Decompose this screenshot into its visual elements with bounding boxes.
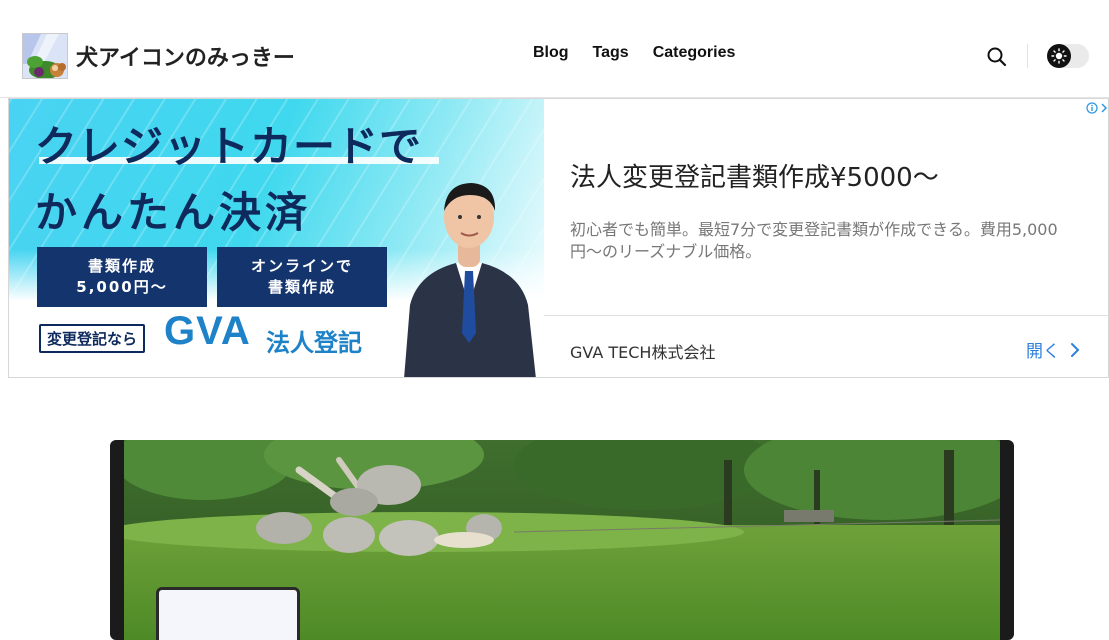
ad-creative-image[interactable]: クレジットカードで かんたん決済 書類作成 5,000円〜 オンラインで 書類作… <box>9 99 544 377</box>
header-divider <box>1027 44 1028 68</box>
nav-tags[interactable]: Tags <box>593 44 629 62</box>
ad-choices-button[interactable] <box>1086 101 1108 115</box>
ad-separator <box>544 315 1108 316</box>
site-header: 犬アイコンのみっきー Blog Tags Categories <box>0 0 1109 98</box>
info-icon <box>1086 102 1098 114</box>
ad-open-label: 開く <box>1026 342 1060 362</box>
site-logo[interactable] <box>22 33 68 79</box>
close-arrow-icon <box>1101 103 1108 113</box>
ad-creative-headline-2: かんたん決済 <box>35 188 312 237</box>
post-hero-image[interactable] <box>110 440 1014 640</box>
ad-creative-brand: GVA <box>164 309 251 353</box>
ad-creative-brand-sub: 法人登記 <box>266 329 362 357</box>
main-nav: Blog Tags Categories <box>533 44 735 62</box>
ad-title[interactable]: 法人変更登記書類作成¥5000〜 <box>570 157 939 194</box>
ad-open-button[interactable]: 開く <box>1026 337 1080 362</box>
nav-categories[interactable]: Categories <box>653 44 736 62</box>
search-icon <box>987 47 1007 67</box>
ad-advertiser: GVA TECH株式会社 <box>570 343 716 362</box>
theme-toggle-knob <box>1047 44 1071 68</box>
sun-icon <box>1051 48 1067 64</box>
ad-creative-box-price: 書類作成 5,000円〜 <box>37 247 207 307</box>
ad-info-panel: 法人変更登記書類作成¥5000〜 初心者でも簡単。最短7分で変更登記書類が作成で… <box>544 99 1108 377</box>
chevron-right-icon <box>1071 342 1080 357</box>
display-ad[interactable]: クレジットカードで かんたん決済 書類作成 5,000円〜 オンラインで 書類作… <box>8 98 1109 378</box>
ad-creative-headline-1: クレジットカードで <box>35 122 423 171</box>
nav-blog[interactable]: Blog <box>533 44 569 62</box>
ad-creative-box-price-text: 書類作成 5,000円〜 <box>76 257 168 296</box>
site-title[interactable]: 犬アイコンのみっきー <box>76 40 295 72</box>
businessman-photo <box>404 183 536 377</box>
hero-inset-thumbnail <box>156 587 300 640</box>
search-button[interactable] <box>986 46 1008 68</box>
ad-creative-footer-label: 変更登記なら <box>39 324 146 353</box>
ad-creative-box-online-text: オンラインで 書類作成 <box>250 257 353 296</box>
ad-description: 初心者でも簡単。最短7分で変更登記書類が作成できる。費用5,000円〜のリーズナ… <box>570 220 1058 261</box>
dog-icon <box>23 34 67 78</box>
theme-toggle[interactable] <box>1047 44 1089 68</box>
ad-creative-box-online: オンラインで 書類作成 <box>217 247 387 307</box>
